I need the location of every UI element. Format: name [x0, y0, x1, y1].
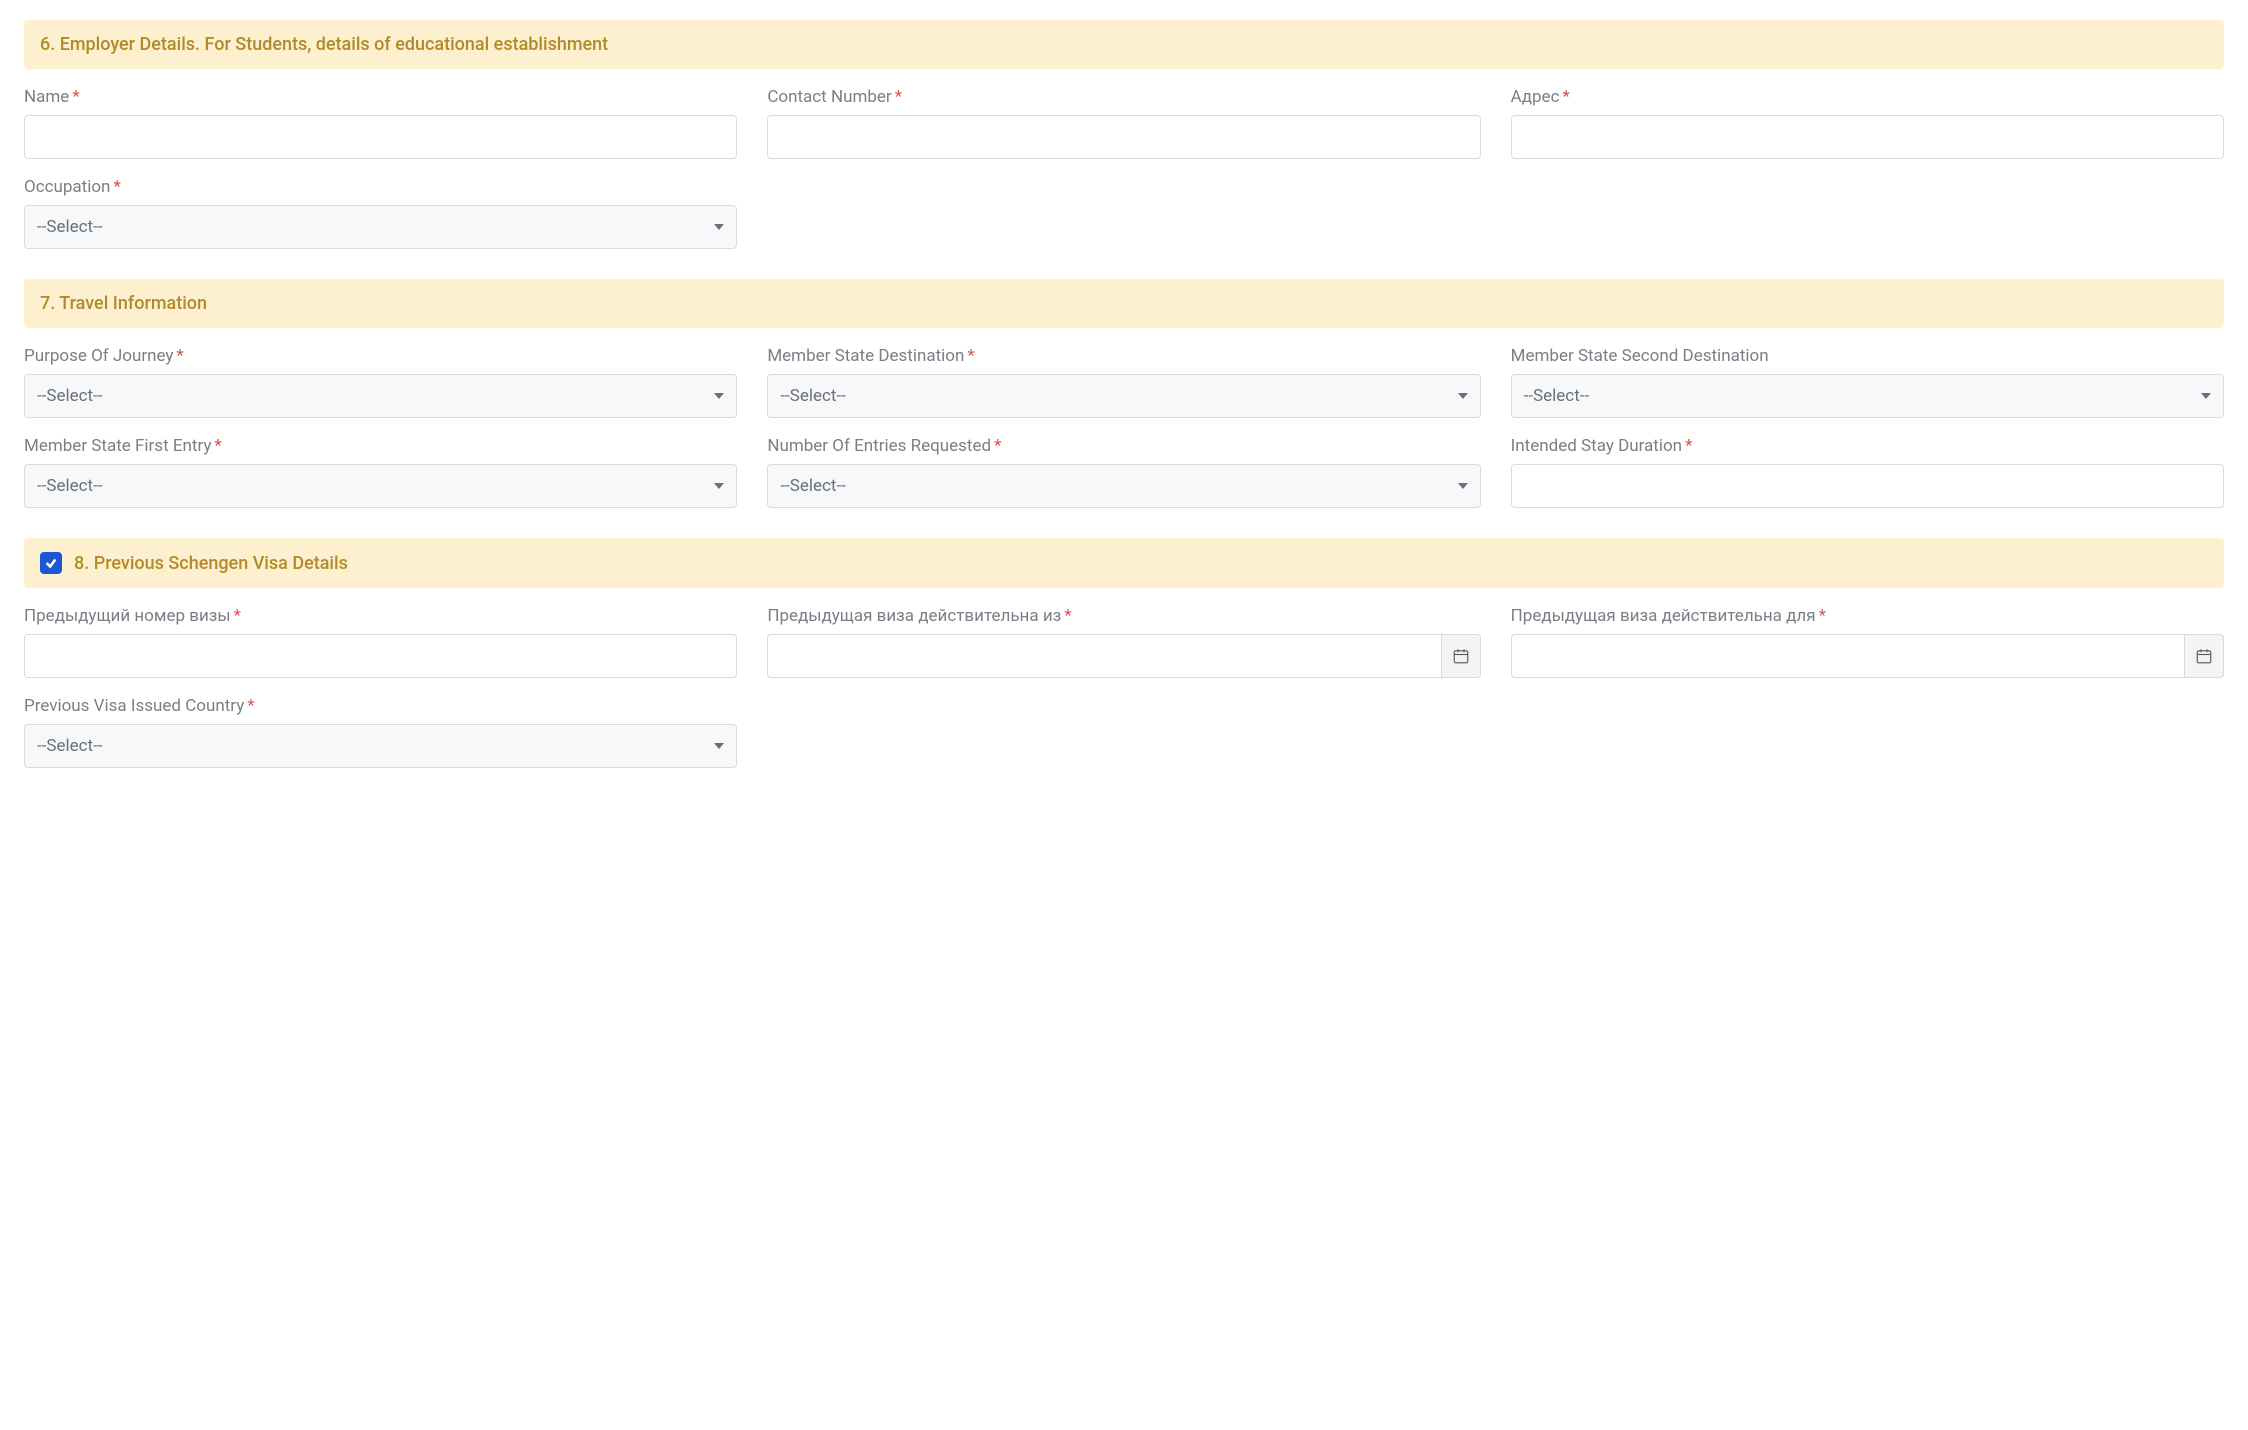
check-icon — [44, 556, 58, 570]
label-prev-number: Предыдущий номер визы* — [24, 606, 737, 626]
calendar-icon — [1452, 647, 1470, 665]
label-entries: Number Of Entries Requested* — [767, 436, 1480, 456]
chevron-down-icon — [714, 483, 724, 489]
calendar-button-valid-from[interactable] — [1441, 634, 1481, 678]
label-destination-2: Member State Second Destination — [1511, 346, 2224, 366]
field-destination-2: Member State Second Destination --Select… — [1511, 346, 2224, 418]
select-value: --Select-- — [780, 386, 846, 406]
select-first-entry[interactable]: --Select-- — [24, 464, 737, 508]
label-contact-number: Contact Number* — [767, 87, 1480, 107]
input-contact-number[interactable] — [767, 115, 1480, 159]
label-occupation: Occupation* — [24, 177, 737, 197]
section-travel: 7. Travel Information Purpose Of Journey… — [24, 279, 2224, 508]
section-title: 6. Employer Details. For Students, detai… — [40, 34, 608, 55]
chevron-down-icon — [714, 224, 724, 230]
field-address: Адрес* — [1511, 87, 2224, 159]
select-entries[interactable]: --Select-- — [767, 464, 1480, 508]
field-issued-country: Previous Visa Issued Country* --Select-- — [24, 696, 737, 768]
checkbox-previous-section[interactable] — [40, 552, 62, 574]
section-title: 7. Travel Information — [40, 293, 207, 314]
select-issued-country[interactable]: --Select-- — [24, 724, 737, 768]
label-valid-from: Предыдущая виза действительна из* — [767, 606, 1480, 626]
section-title: 8. Previous Schengen Visa Details — [74, 553, 348, 574]
field-purpose: Purpose Of Journey* --Select-- — [24, 346, 737, 418]
input-valid-from[interactable] — [767, 634, 1440, 678]
input-prev-number[interactable] — [24, 634, 737, 678]
select-occupation[interactable]: --Select-- — [24, 205, 737, 249]
chevron-down-icon — [1458, 393, 1468, 399]
chevron-down-icon — [714, 393, 724, 399]
label-first-entry: Member State First Entry* — [24, 436, 737, 456]
chevron-down-icon — [1458, 483, 1468, 489]
input-address[interactable] — [1511, 115, 2224, 159]
select-value: --Select-- — [37, 736, 103, 756]
select-purpose[interactable]: --Select-- — [24, 374, 737, 418]
label-purpose: Purpose Of Journey* — [24, 346, 737, 366]
select-destination[interactable]: --Select-- — [767, 374, 1480, 418]
label-destination: Member State Destination* — [767, 346, 1480, 366]
chevron-down-icon — [2201, 393, 2211, 399]
field-duration: Intended Stay Duration* — [1511, 436, 2224, 508]
label-duration: Intended Stay Duration* — [1511, 436, 2224, 456]
label-name: Name* — [24, 87, 737, 107]
input-valid-to[interactable] — [1511, 634, 2184, 678]
select-value: --Select-- — [37, 217, 103, 237]
field-occupation: Occupation* --Select-- — [24, 177, 737, 249]
select-value: --Select-- — [1524, 386, 1590, 406]
section-employer: 6. Employer Details. For Students, detai… — [24, 20, 2224, 249]
section-header-employer: 6. Employer Details. For Students, detai… — [24, 20, 2224, 69]
calendar-button-valid-to[interactable] — [2184, 634, 2224, 678]
select-value: --Select-- — [780, 476, 846, 496]
field-entries: Number Of Entries Requested* --Select-- — [767, 436, 1480, 508]
section-previous: 8. Previous Schengen Visa Details Предыд… — [24, 538, 2224, 768]
label-address: Адрес* — [1511, 87, 2224, 107]
field-valid-to: Предыдущая виза действительна для* — [1511, 606, 2224, 678]
field-name: Name* — [24, 87, 737, 159]
label-valid-to: Предыдущая виза действительна для* — [1511, 606, 2224, 626]
label-issued-country: Previous Visa Issued Country* — [24, 696, 737, 716]
select-value: --Select-- — [37, 476, 103, 496]
select-value: --Select-- — [37, 386, 103, 406]
calendar-icon — [2195, 647, 2213, 665]
field-prev-number: Предыдущий номер визы* — [24, 606, 737, 678]
field-destination: Member State Destination* --Select-- — [767, 346, 1480, 418]
input-duration[interactable] — [1511, 464, 2224, 508]
section-header-previous: 8. Previous Schengen Visa Details — [24, 538, 2224, 588]
chevron-down-icon — [714, 743, 724, 749]
field-valid-from: Предыдущая виза действительна из* — [767, 606, 1480, 678]
select-destination-2[interactable]: --Select-- — [1511, 374, 2224, 418]
section-header-travel: 7. Travel Information — [24, 279, 2224, 328]
input-name[interactable] — [24, 115, 737, 159]
field-first-entry: Member State First Entry* --Select-- — [24, 436, 737, 508]
field-contact-number: Contact Number* — [767, 87, 1480, 159]
